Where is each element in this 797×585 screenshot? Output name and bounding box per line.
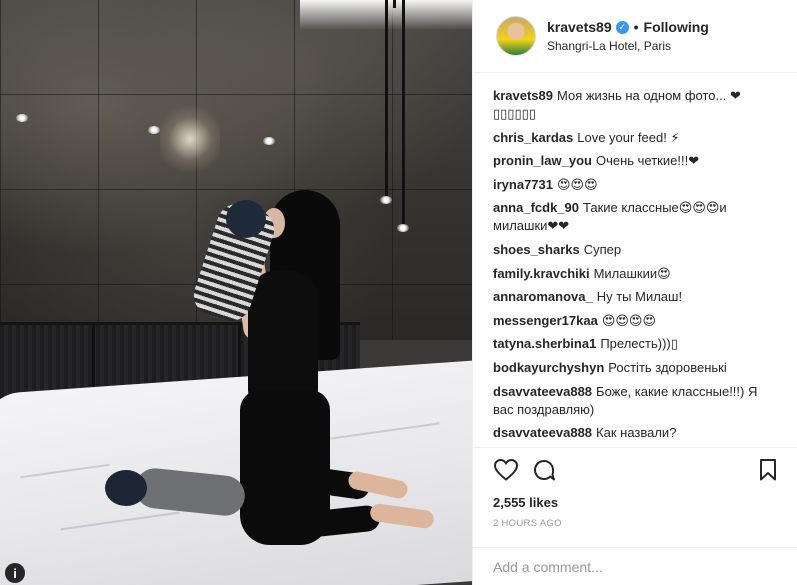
comment-text: Ростіть здоровенькі <box>608 359 727 375</box>
bookmark-icon <box>760 459 776 481</box>
comment-text: 😍😍😍😍 <box>601 312 657 328</box>
comment-username[interactable]: family.kravchiki <box>493 266 590 281</box>
comment-text: Милашкии😍 <box>593 265 671 281</box>
comment-text: 😍😍😍 <box>557 176 598 192</box>
comment-username[interactable]: tatyna.sherbina1 <box>493 336 596 351</box>
comment-item: anna_fcdk_90 Такие классные😍😍😍и милашки❤❤ <box>493 199 779 235</box>
add-comment-input[interactable] <box>493 558 777 575</box>
location-link[interactable]: Shangri-La Hotel, Paris <box>547 39 709 53</box>
header-username[interactable]: kravets89 <box>547 19 612 35</box>
comment-item: annaromanova_ Ну ты Милаш! <box>493 288 779 306</box>
comment-username[interactable]: anna_fcdk_90 <box>493 200 579 215</box>
comment-username[interactable]: shoes_sharks <box>493 242 580 257</box>
comment-text: Love your feed! ⚡ <box>577 129 680 145</box>
comment-username[interactable]: iryna7731 <box>493 177 553 192</box>
comment-username[interactable]: dsavvateeva888 <box>493 384 592 399</box>
verified-badge-icon: ✓ <box>615 20 629 34</box>
photo-baby-held-hat <box>226 200 266 238</box>
post-photo[interactable]: i <box>0 0 472 585</box>
comment-text: Прелесть)))▯ <box>600 336 678 352</box>
comment-item: bodkayurchyshyn Ростіть здоровенькі <box>493 359 779 377</box>
comment-text: Супер <box>583 241 622 257</box>
like-button[interactable] <box>491 455 521 485</box>
header-separator: • <box>633 19 639 35</box>
add-comment-bar <box>473 547 797 585</box>
comment-username[interactable]: annaromanova_ <box>493 289 593 304</box>
comment-bubble-icon <box>534 459 555 481</box>
header-line: kravets89 ✓ • Following <box>547 19 709 35</box>
post-actions <box>473 448 797 492</box>
photo-baby-lying-hat <box>105 470 147 506</box>
comment-text: Очень четкие!!!❤ <box>595 153 700 169</box>
photo-wall-light <box>16 114 28 122</box>
comments-list[interactable]: kravets89 Моя жизнь на одном фото... ❤ ▯▯… <box>473 73 797 448</box>
comment-text: Как назвали? <box>596 425 677 441</box>
instagram-post: i kravets89 ✓ • Following Shangri-La Hot… <box>0 0 797 585</box>
photo-wall-light <box>263 137 275 145</box>
avatar[interactable] <box>496 16 536 56</box>
photo-pendant-lamp <box>402 0 405 228</box>
comment-item: chris_kardas Love your feed! ⚡ <box>493 129 779 147</box>
comment-item: pronin_law_you Очень четкие!!!❤ <box>493 152 779 170</box>
comment-username[interactable]: pronin_law_you <box>493 153 592 168</box>
comment-item: dsavvateeva888 Как назвали? <box>493 424 779 442</box>
comment-item: tatyna.sherbina1 Прелесть)))▯ <box>493 335 779 353</box>
comment-username[interactable]: dsavvateeva888 <box>493 425 592 440</box>
comment-button[interactable] <box>529 455 559 485</box>
photo-chandelier <box>160 95 220 175</box>
photo-woman-body <box>248 270 318 410</box>
post-header: kravets89 ✓ • Following Shangri-La Hotel… <box>473 0 797 73</box>
comment-item: dsavvateeva888 Боже, какие классные!!!) Я… <box>493 383 779 419</box>
post-timestamp[interactable]: 2 HOURS AGO <box>473 514 797 534</box>
post-side-panel: kravets89 ✓ • Following Shangri-La Hotel… <box>472 0 797 585</box>
photo-pendant-bulb <box>380 196 392 204</box>
comment-item: messenger17kaa 😍😍😍😍 <box>493 312 779 330</box>
comment-item: shoes_sharks Супер <box>493 241 779 259</box>
heart-icon <box>494 459 518 481</box>
photo-bed <box>0 358 472 585</box>
comment-item: kravets89 Моя жизнь на одном фото... ❤ ▯▯… <box>493 87 779 123</box>
following-button[interactable]: Following <box>644 19 709 35</box>
save-button[interactable] <box>753 455 783 485</box>
comment-item: iryna7731 😍😍😍 <box>493 176 779 194</box>
comment-username[interactable]: messenger17kaa <box>493 313 598 328</box>
comment-text: Ну ты Милаш! <box>596 289 683 305</box>
likes-count[interactable]: 2,555 likes <box>473 492 797 514</box>
comment-item: family.kravchiki Милашкии😍 <box>493 265 779 283</box>
header-text: kravets89 ✓ • Following Shangri-La Hotel… <box>547 19 709 53</box>
photo-wall-light <box>148 126 160 134</box>
comment-username[interactable]: chris_kardas <box>493 130 573 145</box>
comment-username[interactable]: bodkayurchyshyn <box>493 360 604 375</box>
photo-pendant-bulb <box>397 224 409 232</box>
photo-pendant-mount <box>393 0 396 8</box>
info-icon[interactable]: i <box>5 563 25 583</box>
photo-pendant-lamp <box>385 0 388 200</box>
comment-username[interactable]: kravets89 <box>493 88 553 103</box>
